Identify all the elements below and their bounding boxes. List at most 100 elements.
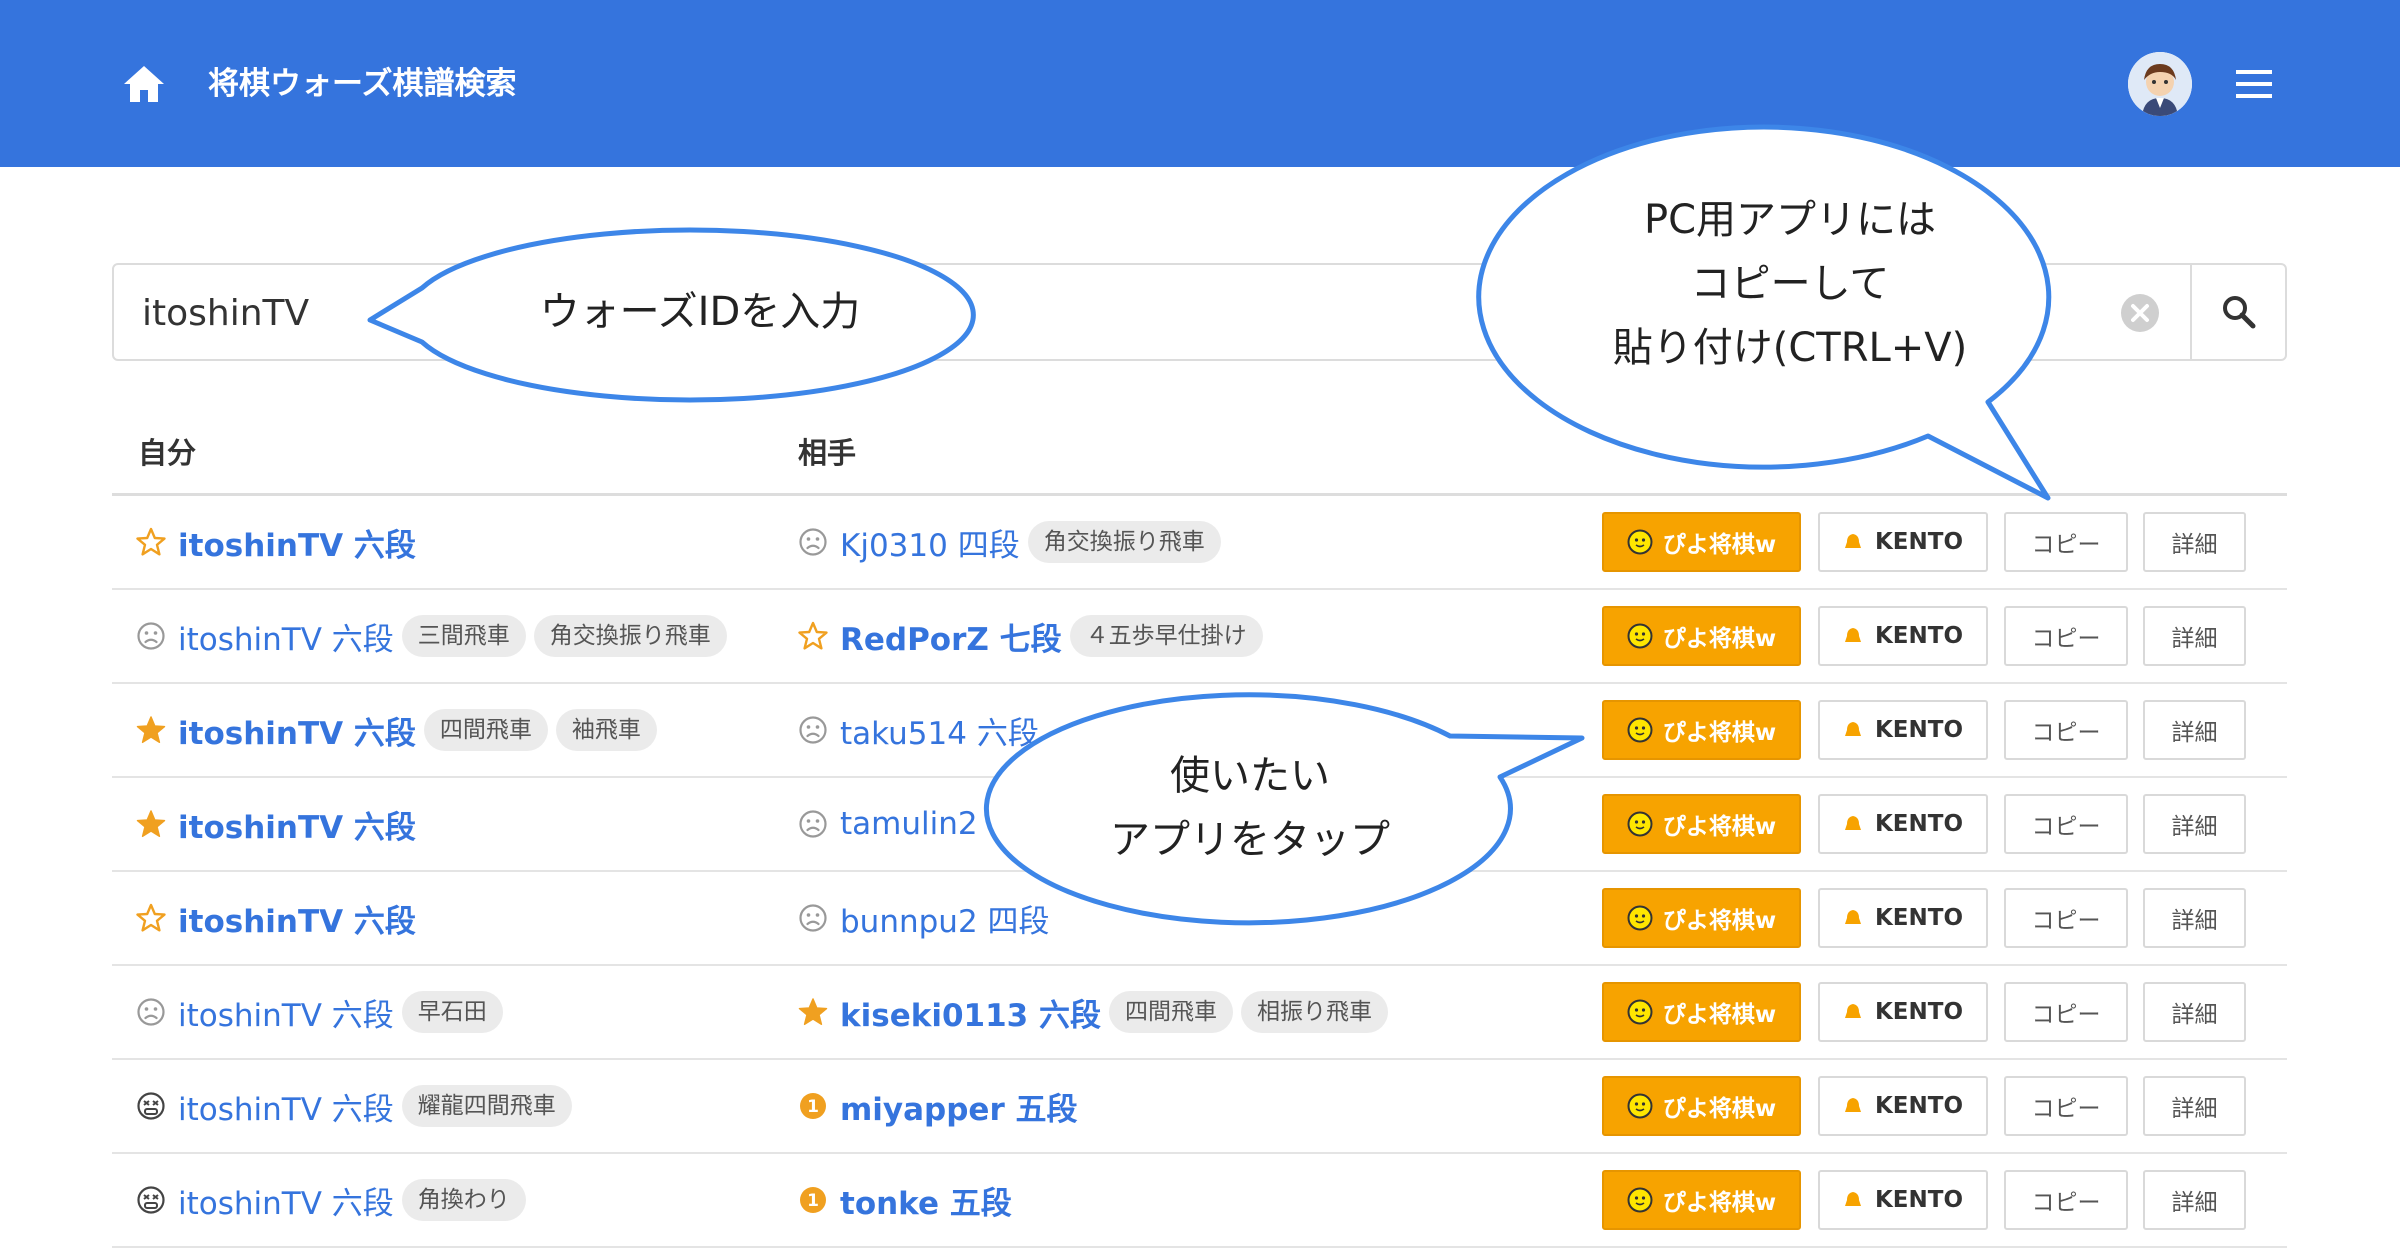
self-player-cell: itoshinTV 六段 早石田 (136, 966, 503, 1058)
player-name-link[interactable]: kiseki0113 六段 (840, 990, 1101, 1035)
copy-button[interactable]: コピー (2004, 982, 2128, 1042)
piyo-button-label: ぴよ将棋w (1662, 814, 1777, 840)
piyo-shogi-button[interactable]: ぴよ将棋w (1602, 512, 1801, 572)
bell-icon (1843, 908, 1875, 928)
player-name-link[interactable]: tonke 五段 (840, 1178, 1012, 1223)
player-name-link[interactable]: itoshinTV 六段 (178, 614, 394, 659)
piyo-face-icon (1627, 623, 1663, 649)
piyo-shogi-button[interactable]: ぴよ将棋w (1602, 1170, 1801, 1230)
star-filled-icon (136, 715, 178, 745)
strategy-tag[interactable]: 角換わり (401, 1179, 526, 1221)
player-name-link[interactable]: Kj0310 四段 (840, 520, 1020, 565)
strategy-tag[interactable]: 角交換振り飛車 (1027, 521, 1221, 563)
player-name-link[interactable]: miyapper 五段 (840, 1084, 1078, 1129)
detail-button[interactable]: 詳細 (2143, 606, 2246, 666)
copy-button[interactable]: コピー (2004, 700, 2128, 760)
piyo-button-label: ぴよ将棋w (1662, 1190, 1777, 1216)
self-player-cell: itoshinTV 六段 三間飛車 角交換振り飛車 (136, 590, 727, 682)
player-name-link[interactable]: RedPorZ 七段 (840, 614, 1062, 659)
piyo-face-icon (1627, 717, 1663, 743)
detail-button[interactable]: 詳細 (2143, 512, 2246, 572)
detail-button-label: 詳細 (2171, 626, 2218, 652)
detail-button[interactable]: 詳細 (2143, 700, 2246, 760)
kento-button-label: KENTO (1874, 905, 1964, 931)
copy-button[interactable]: コピー (2004, 606, 2128, 666)
kento-button-label: KENTO (1874, 529, 1964, 555)
player-name-link[interactable]: itoshinTV 六段 (178, 708, 416, 753)
magnifier-icon (2223, 296, 2256, 329)
player-name-link[interactable]: bunnpu2 四段 (840, 896, 1050, 941)
game-row: itoshinTV 六段 早石田 kiseki0113 六段 四間飛車 相振り飛車 ぴよ将… (112, 966, 2287, 1060)
strategy-tag[interactable]: 三間飛車 (401, 615, 526, 657)
kento-button[interactable]: KENTO (1818, 794, 1988, 854)
sad-face-icon (136, 997, 178, 1027)
piyo-face-icon (1627, 999, 1663, 1025)
callout-tap-line: 使いたい (1170, 753, 1330, 799)
copy-button[interactable]: コピー (2004, 1170, 2128, 1230)
player-name-link[interactable]: itoshinTV 六段 (178, 802, 416, 847)
hamburger-menu-icon[interactable] (2234, 68, 2274, 100)
player-name-link[interactable]: itoshinTV 六段 (178, 520, 416, 565)
copy-button[interactable]: コピー (2004, 1076, 2128, 1136)
callout-pc-line: PC用アプリには (1643, 197, 1937, 243)
player-name-link[interactable]: itoshinTV 六段 (178, 990, 394, 1035)
callout-pc-line: 貼り付け(CTRL+V) (1612, 325, 1968, 371)
kento-button[interactable]: KENTO (1818, 700, 1988, 760)
callout-id-text: ウォーズIDを入力 (539, 289, 861, 335)
player-name-link[interactable]: itoshinTV 六段 (178, 1084, 394, 1129)
strategy-tag[interactable]: 角交換振り飛車 (533, 615, 727, 657)
clear-circle-icon[interactable] (2120, 293, 2160, 333)
kento-button-label: KENTO (1874, 1187, 1964, 1213)
piyo-button-label: ぴよ将棋w (1662, 720, 1777, 746)
strategy-tag[interactable]: 耀龍四間飛車 (401, 1085, 572, 1127)
piyo-shogi-button[interactable]: ぴよ将棋w (1602, 700, 1801, 760)
piyo-shogi-button[interactable]: ぴよ将棋w (1602, 606, 1801, 666)
piyo-shogi-button[interactable]: ぴよ将棋w (1602, 888, 1801, 948)
copy-button-label: コピー (2031, 626, 2101, 652)
strategy-tag[interactable]: 相振り飛車 (1241, 991, 1389, 1033)
strategy-tag[interactable]: 四間飛車 (1109, 991, 1234, 1033)
player-name-link[interactable]: itoshinTV 六段 (178, 896, 416, 941)
strategy-tag[interactable]: 袖飛車 (555, 709, 657, 751)
game-row: itoshinTV 六段 Kj0310 四段 角交換振り飛車 ぴよ将棋w KENTO コピ… (112, 496, 2287, 590)
avatar[interactable] (2128, 52, 2192, 116)
detail-button-label: 詳細 (2171, 1002, 2218, 1028)
player-name-link[interactable]: itoshinTV 六段 (178, 1178, 394, 1223)
opponent-player-cell: Kj0310 四段 角交換振り飛車 (798, 496, 1221, 588)
detail-button[interactable]: 詳細 (2143, 888, 2246, 948)
piyo-face-icon (1627, 905, 1663, 931)
detail-button[interactable]: 詳細 (2143, 794, 2246, 854)
home-icon[interactable] (120, 60, 168, 108)
detail-button[interactable]: 詳細 (2143, 982, 2246, 1042)
kento-button[interactable]: KENTO (1818, 1076, 1988, 1136)
player-name-link[interactable]: tamulin2 (840, 806, 978, 842)
detail-button[interactable]: 詳細 (2143, 1170, 2246, 1230)
strategy-tag[interactable]: 四間飛車 (423, 709, 548, 751)
copy-button[interactable]: コピー (2004, 512, 2128, 572)
search-button[interactable] (2190, 265, 2285, 359)
piyo-shogi-button[interactable]: ぴよ将棋w (1602, 982, 1801, 1042)
kento-button[interactable]: KENTO (1818, 1170, 1988, 1230)
copy-button-label: コピー (2031, 1096, 2101, 1122)
kento-button[interactable]: KENTO (1818, 982, 1988, 1042)
kento-button-label: KENTO (1874, 999, 1964, 1025)
column-header-opponent: 相手 (798, 436, 857, 470)
app-title[interactable]: 将棋ウォーズ棋譜検索 (208, 60, 516, 108)
copy-button[interactable]: コピー (2004, 794, 2128, 854)
piyo-shogi-button[interactable]: ぴよ将棋w (1602, 1076, 1801, 1136)
kento-button[interactable]: KENTO (1818, 888, 1988, 948)
game-row: itoshinTV 六段 三間飛車 角交換振り飛車 RedPorZ 七段 ４五歩早仕掛け… (112, 590, 2287, 684)
strategy-tag[interactable]: ４五歩早仕掛け (1069, 615, 1263, 657)
player-name-link[interactable]: taku514 六段 (840, 708, 1039, 753)
kento-button-label: KENTO (1874, 811, 1964, 837)
copy-button[interactable]: コピー (2004, 888, 2128, 948)
opponent-player-cell: taku514 六段 (798, 684, 1039, 776)
detail-button-label: 詳細 (2171, 720, 2218, 746)
piyo-button-label: ぴよ将棋w (1662, 1096, 1777, 1122)
kento-button[interactable]: KENTO (1818, 606, 1988, 666)
detail-button[interactable]: 詳細 (2143, 1076, 2246, 1136)
kento-button[interactable]: KENTO (1818, 512, 1988, 572)
sad-face-icon (798, 809, 840, 839)
strategy-tag[interactable]: 早石田 (401, 991, 503, 1033)
piyo-shogi-button[interactable]: ぴよ将棋w (1602, 794, 1801, 854)
